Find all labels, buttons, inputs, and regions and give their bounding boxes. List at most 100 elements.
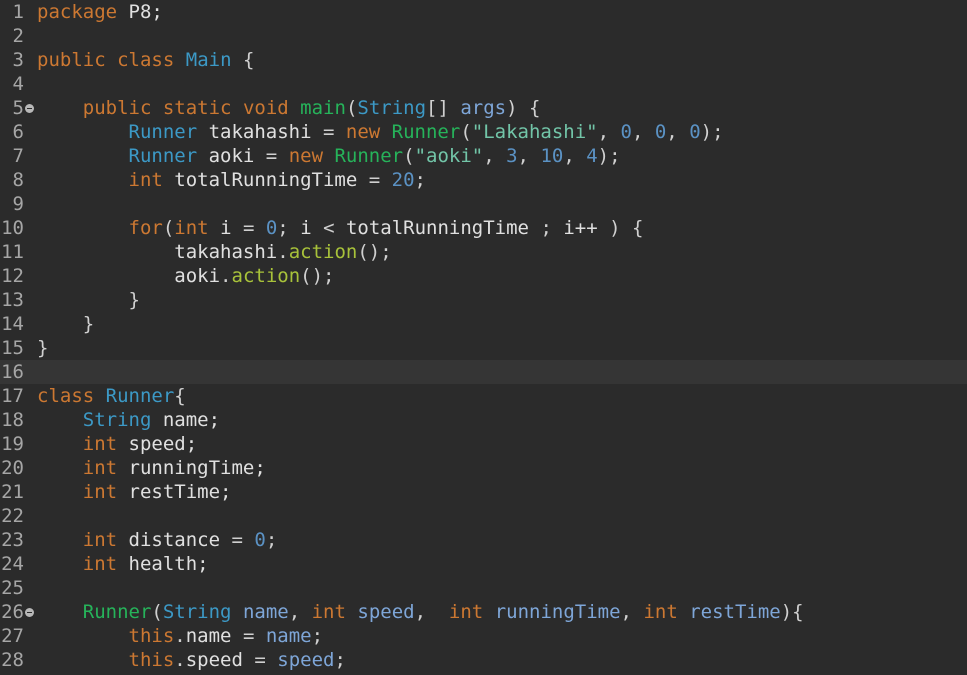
code-token: ){: [780, 601, 804, 623]
code-line[interactable]: 22: [0, 504, 967, 528]
code-editor[interactable]: 1 package P8; 2 3 public class Main {4 5 publ…: [0, 0, 967, 675]
line-number: 23: [1, 529, 24, 551]
line-number: 14: [1, 313, 24, 335]
code-line[interactable]: 7 Runner aoki = new Runner("aoki", 3, 10…: [0, 144, 967, 168]
line-number: 10: [1, 217, 24, 239]
code-text[interactable]: }: [37, 312, 94, 336]
code-token: static: [162, 97, 232, 119]
line-gutter: 26: [0, 600, 36, 624]
code-text[interactable]: Runner aoki = new Runner("aoki", 3, 10, …: [37, 144, 621, 168]
line-number: 25: [1, 577, 24, 599]
code-text[interactable]: public static void main(String[] args) {: [37, 96, 541, 120]
code-token: speed: [357, 601, 415, 623]
line-gutter: 22: [0, 504, 36, 528]
line-gutter: 21: [0, 480, 36, 504]
code-line[interactable]: 18 String name;: [0, 408, 967, 432]
code-token: totalRunningTime: [162, 169, 369, 191]
code-text[interactable]: class Runner{: [37, 384, 186, 408]
line-number: 7: [12, 145, 24, 167]
collapse-icon[interactable]: [25, 104, 34, 113]
code-line[interactable]: 5 public static void main(String[] args)…: [0, 96, 967, 120]
code-line[interactable]: 28 this.speed = speed;: [0, 648, 967, 672]
code-text[interactable]: }: [37, 336, 48, 360]
line-gutter: 4: [0, 72, 36, 96]
code-text[interactable]: Runner(String name, int speed, int runni…: [37, 600, 804, 624]
code-token: speed;: [117, 433, 198, 455]
code-line[interactable]: 27 this.name = name;: [0, 624, 967, 648]
collapse-icon[interactable]: [25, 608, 34, 617]
code-text[interactable]: }: [37, 288, 140, 312]
line-gutter: 6: [0, 120, 36, 144]
line-number: 16: [1, 361, 24, 383]
code-text[interactable]: Runner takahashi = new Runner("Lakahashi…: [37, 120, 724, 144]
code-line[interactable]: 4: [0, 72, 967, 96]
line-number: 9: [12, 193, 24, 215]
code-token: int: [448, 601, 484, 623]
code-line[interactable]: 9: [0, 192, 967, 216]
code-line[interactable]: 6 Runner takahashi = new Runner("Lakahas…: [0, 120, 967, 144]
code-line[interactable]: 25: [0, 576, 967, 600]
code-line[interactable]: 15}: [0, 336, 967, 360]
code-token: .: [174, 625, 186, 647]
line-gutter: 1: [0, 0, 36, 24]
code-text[interactable]: int health;: [37, 552, 209, 576]
code-token: ,: [666, 121, 690, 143]
code-line[interactable]: 14 }: [0, 312, 967, 336]
code-token: restTime: [689, 601, 781, 623]
code-text[interactable]: String name;: [37, 408, 220, 432]
code-token: int: [174, 217, 209, 239]
code-token: .: [220, 265, 232, 287]
code-line[interactable]: 17 class Runner{: [0, 384, 967, 408]
code-token: i++: [563, 217, 610, 239]
code-line[interactable]: 26 Runner(String name, int speed, int ru…: [0, 600, 967, 624]
code-text[interactable]: public class Main {: [37, 48, 254, 72]
code-text[interactable]: int speed;: [37, 432, 197, 456]
code-text[interactable]: int restTime;: [37, 480, 232, 504]
code-line[interactable]: 2: [0, 24, 967, 48]
line-number: 15: [1, 337, 24, 359]
code-text[interactable]: aoki.action();: [37, 264, 334, 288]
code-text[interactable]: package P8;: [37, 0, 163, 24]
line-number: 20: [1, 457, 24, 479]
code-token: String: [162, 601, 232, 623]
code-line[interactable]: 24 int health;: [0, 552, 967, 576]
code-line[interactable]: 23 int distance = 0;: [0, 528, 967, 552]
code-line[interactable]: 11 takahashi.action();: [0, 240, 967, 264]
code-token: runningTime: [494, 601, 621, 623]
code-token: ,: [631, 121, 655, 143]
code-line[interactable]: 1 package P8;: [0, 0, 967, 24]
code-line[interactable]: 8 int totalRunningTime = 20;: [0, 168, 967, 192]
code-token: ) {: [609, 217, 644, 239]
code-line[interactable]: 20 int runningTime;: [0, 456, 967, 480]
code-token: ,: [483, 145, 507, 167]
code-text[interactable]: int distance = 0;: [37, 528, 278, 552]
code-token: ;: [311, 625, 324, 647]
code-text[interactable]: int runningTime;: [37, 456, 266, 480]
code-text[interactable]: int totalRunningTime = 20;: [37, 168, 426, 192]
code-text[interactable]: this.name = name;: [37, 624, 324, 648]
code-line[interactable]: 13 }: [0, 288, 967, 312]
code-text[interactable]: takahashi.action();: [37, 240, 391, 264]
line-gutter: 28: [0, 648, 36, 672]
code-token: ,: [597, 121, 621, 143]
code-token: action: [288, 241, 358, 263]
code-line[interactable]: 10 for(int i = 0; i < totalRunningTime ;…: [0, 216, 967, 240]
code-line[interactable]: 12 aoki.action();: [0, 264, 967, 288]
line-number: 22: [1, 505, 24, 527]
code-text[interactable]: this.speed = speed;: [37, 648, 346, 672]
code-token: name: [185, 625, 243, 647]
line-number: 21: [1, 481, 24, 503]
code-line[interactable]: 21 int restTime;: [0, 480, 967, 504]
code-token: ) {: [506, 97, 541, 119]
code-text[interactable]: for(int i = 0; i < totalRunningTime ; i+…: [37, 216, 644, 240]
code-token: .: [174, 649, 186, 671]
code-line[interactable]: 3 public class Main {: [0, 48, 967, 72]
code-line[interactable]: 19 int speed;: [0, 432, 967, 456]
code-line[interactable]: 16: [0, 360, 967, 384]
